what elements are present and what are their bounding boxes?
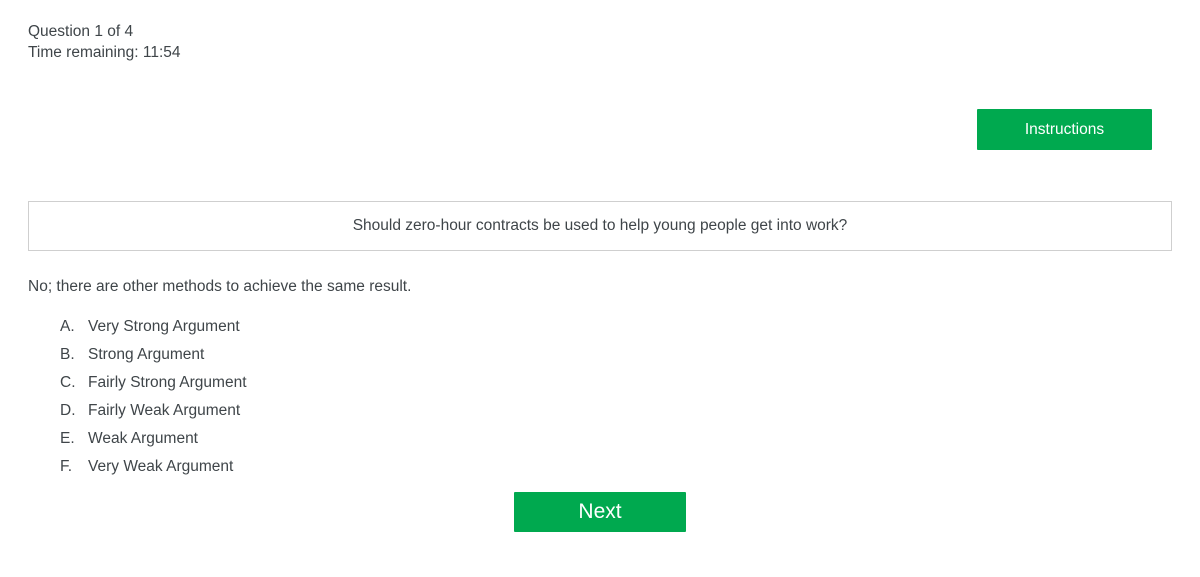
question-progress-label: Question 1 of 4	[28, 21, 181, 42]
answer-option-label: Very Strong Argument	[88, 313, 240, 341]
question-prompt: Should zero-hour contracts be used to he…	[337, 217, 864, 235]
argument-statement: No; there are other methods to achieve t…	[28, 277, 411, 297]
answer-option-label: Strong Argument	[88, 341, 204, 369]
answer-option-label: Very Weak Argument	[88, 453, 233, 481]
answer-option[interactable]: C.Fairly Strong Argument	[60, 369, 247, 397]
answer-option[interactable]: E.Weak Argument	[60, 425, 247, 453]
answer-option-letter: B.	[60, 341, 88, 369]
question-panel: Should zero-hour contracts be used to he…	[28, 201, 1172, 251]
answer-option-letter: D.	[60, 397, 88, 425]
answer-option-letter: C.	[60, 369, 88, 397]
answer-option-label: Fairly Strong Argument	[88, 369, 247, 397]
answer-option[interactable]: D.Fairly Weak Argument	[60, 397, 247, 425]
answer-option-label: Fairly Weak Argument	[88, 397, 240, 425]
answer-option-letter: E.	[60, 425, 88, 453]
answer-option[interactable]: A.Very Strong Argument	[60, 313, 247, 341]
answer-option-letter: F.	[60, 453, 88, 481]
answer-option[interactable]: B.Strong Argument	[60, 341, 247, 369]
answer-option-label: Weak Argument	[88, 425, 198, 453]
answer-option-letter: A.	[60, 313, 88, 341]
time-remaining-label: Time remaining: 11:54	[28, 42, 181, 63]
quiz-meta: Question 1 of 4 Time remaining: 11:54	[28, 21, 181, 63]
instructions-button[interactable]: Instructions	[977, 109, 1152, 150]
answer-option[interactable]: F.Very Weak Argument	[60, 453, 247, 481]
next-button[interactable]: Next	[514, 492, 686, 532]
answer-options-list: A.Very Strong ArgumentB.Strong ArgumentC…	[60, 313, 247, 481]
